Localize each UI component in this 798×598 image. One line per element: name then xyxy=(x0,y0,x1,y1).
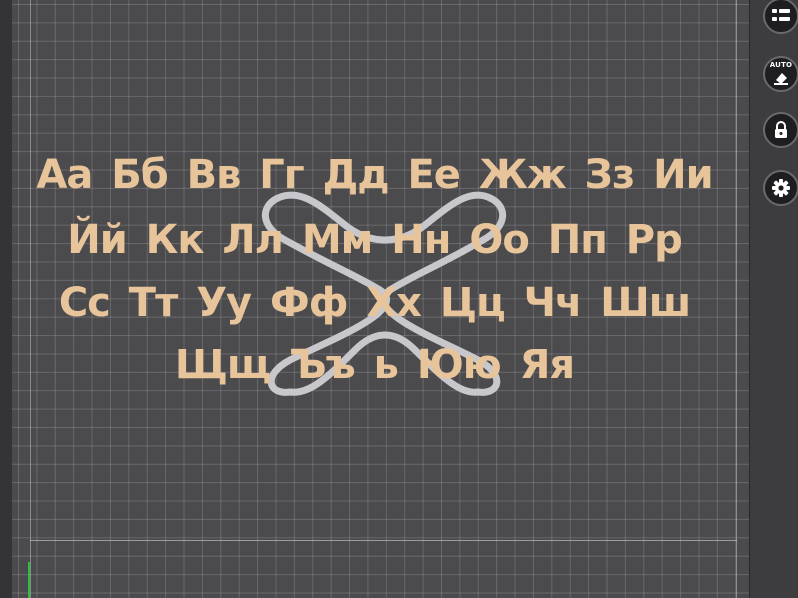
alphabet-row-1[interactable]: Аа Бб Вв Гг Дд Ее Жж Зз Ии xyxy=(0,155,749,195)
build-plate-viewport[interactable]: Аа Бб Вв Гг Дд Ее Жж Зз Ии Йй Кк Лл Мм Н… xyxy=(0,0,798,598)
lock-button[interactable] xyxy=(763,112,798,148)
object-list-button[interactable] xyxy=(763,0,798,34)
lock-icon xyxy=(773,121,789,139)
settings-button[interactable] xyxy=(763,170,798,206)
list-icon xyxy=(772,8,790,24)
alphabet-row-2[interactable]: Йй Кк Лл Мм Нн Оо Пп Рр xyxy=(0,220,749,260)
auto-orient-button[interactable]: AUTO xyxy=(763,56,798,92)
cyrillic-alphabet-model[interactable]: Аа Бб Вв Гг Дд Ее Жж Зз Ии Йй Кк Лл Мм Н… xyxy=(0,0,798,598)
gear-icon xyxy=(771,178,791,198)
auto-label: AUTO xyxy=(769,61,793,69)
alphabet-row-3[interactable]: Сс Тт Уу Фф Хх Цц Чч Шш xyxy=(0,283,749,323)
alphabet-row-4[interactable]: Щщ Ъъ ь Юю Яя xyxy=(0,345,749,385)
auto-orient-icon xyxy=(772,71,790,85)
